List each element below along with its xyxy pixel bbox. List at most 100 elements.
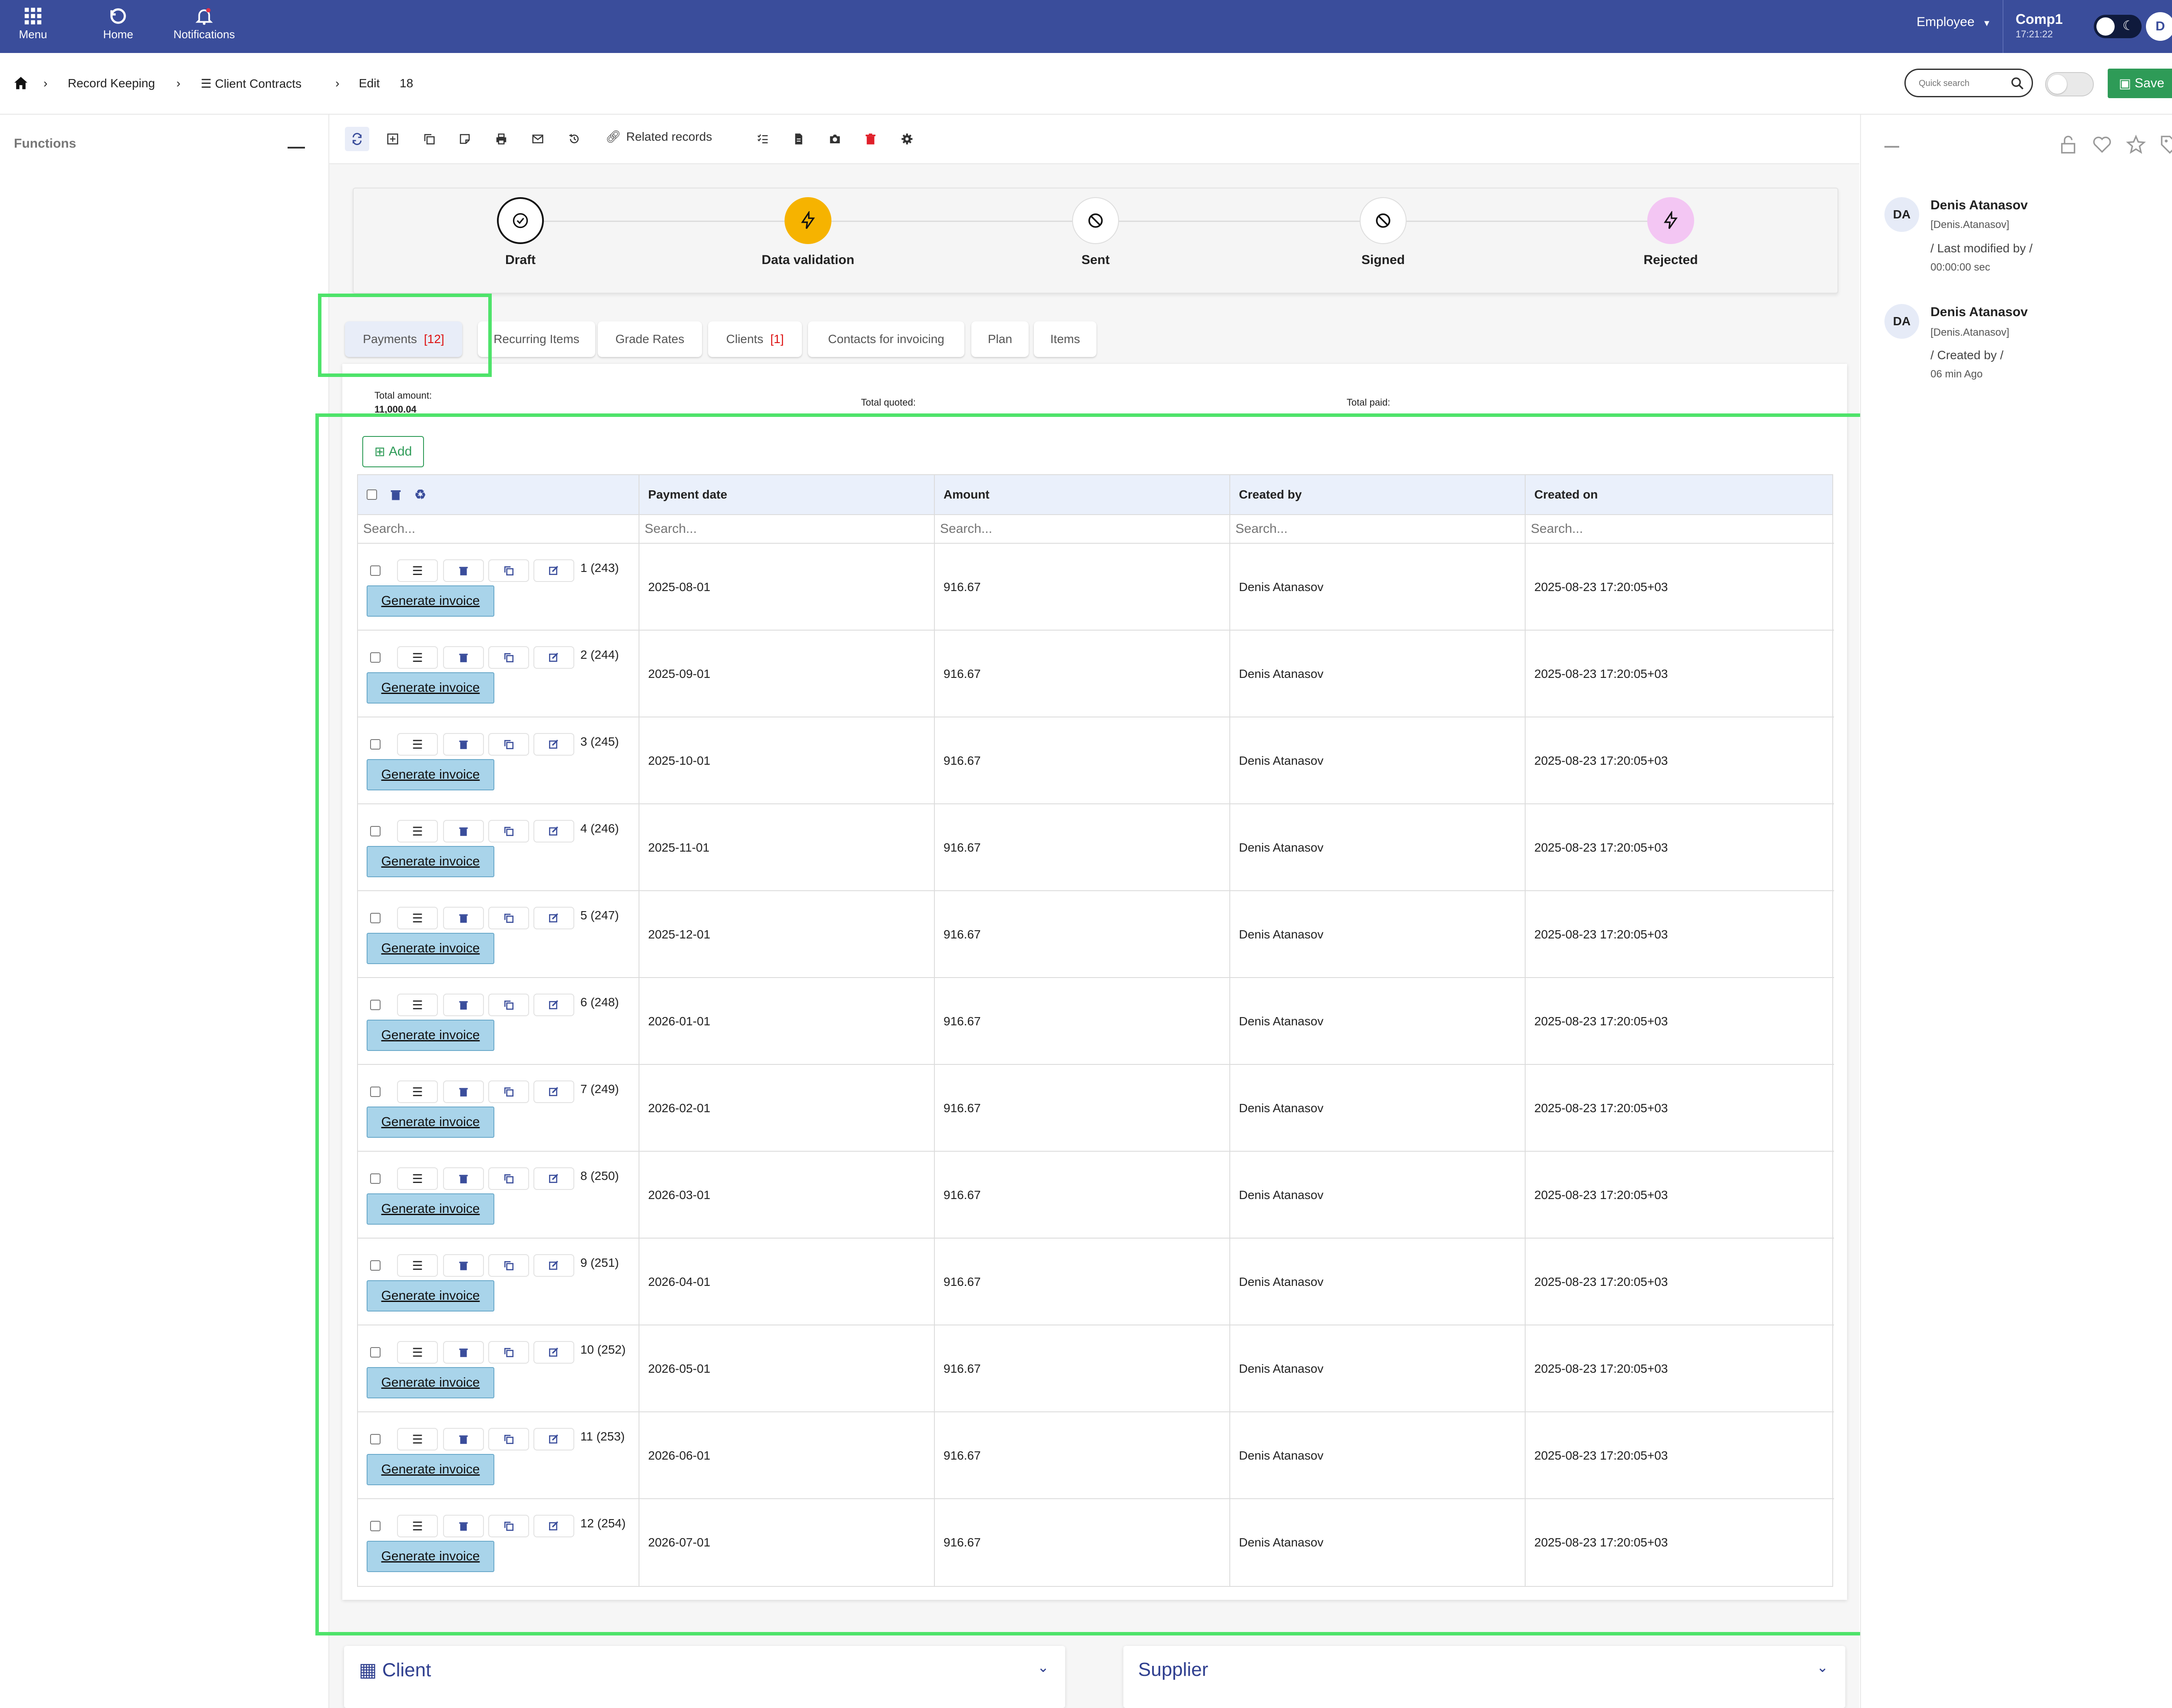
menu-button[interactable]: Menu xyxy=(0,6,68,41)
step-label: Sent xyxy=(1081,253,1110,267)
chevron-right-icon: › xyxy=(43,76,48,90)
collapse-icon[interactable] xyxy=(288,147,305,149)
unlock-icon[interactable] xyxy=(2057,134,2079,155)
bell-icon xyxy=(195,8,213,25)
theme-toggle[interactable]: ☾ xyxy=(2094,15,2142,38)
step-label: Rejected xyxy=(1643,253,1698,267)
print-button[interactable] xyxy=(489,127,513,151)
breadcrumb-client-contracts[interactable]: ☰ Client Contracts xyxy=(201,76,301,91)
checklist-button[interactable] xyxy=(751,127,775,151)
history-time: 06 min Ago xyxy=(1930,368,1983,380)
step-signed[interactable]: Signed xyxy=(1296,197,1470,268)
checklist-icon xyxy=(757,134,768,143)
edit-mode-toggle[interactable] xyxy=(2045,72,2094,96)
role-dropdown[interactable]: Employee ▼ xyxy=(1917,15,1991,30)
grid-menu-icon xyxy=(24,7,42,25)
search-icon xyxy=(2011,77,2024,90)
collapse-icon[interactable] xyxy=(1884,146,1899,148)
supplier-section[interactable]: Supplier ⌄ xyxy=(1123,1646,1845,1708)
related-records-label: Related records xyxy=(626,129,712,143)
chevron-down-icon[interactable]: ⌄ xyxy=(1037,1659,1049,1675)
quick-search-box[interactable] xyxy=(1904,69,2033,97)
home-icon[interactable] xyxy=(12,75,30,92)
chevron-right-icon: › xyxy=(176,76,181,90)
avatar: DA xyxy=(1884,197,1919,232)
step-sent[interactable]: Sent xyxy=(1009,197,1182,268)
ban-icon xyxy=(1360,197,1407,244)
email-button[interactable] xyxy=(526,127,550,151)
toggle-knob xyxy=(2048,75,2067,94)
camera-icon xyxy=(830,135,840,143)
tab-items[interactable]: Items xyxy=(1034,321,1096,357)
list-icon: ☰ xyxy=(201,77,212,90)
status-stepper: Draft Data validation Sent Signed Reject… xyxy=(353,188,1838,294)
sticky-note-icon xyxy=(460,134,470,144)
new-record-button[interactable] xyxy=(381,127,405,151)
sidebar-title: Functions xyxy=(14,136,76,151)
envelope-icon xyxy=(532,135,543,143)
breadcrumb-client-contracts-label: Client Contracts xyxy=(215,77,302,90)
document-button[interactable] xyxy=(786,127,811,151)
tab-plan[interactable]: Plan xyxy=(971,321,1029,357)
history-user-name: Denis Atanasov xyxy=(1930,305,2028,319)
lightning-icon xyxy=(1647,197,1694,244)
chevron-down-icon[interactable]: ⌄ xyxy=(1817,1659,1828,1675)
refresh-icon xyxy=(352,133,362,145)
save-button[interactable]: ▣ Save xyxy=(2108,69,2172,98)
tab-recurring-items[interactable]: Recurring Items xyxy=(478,321,595,357)
caret-down-icon: ▼ xyxy=(1982,19,1991,28)
company-name: Comp1 xyxy=(2016,11,2063,27)
history-button[interactable] xyxy=(562,127,586,151)
toggle-knob xyxy=(2096,17,2115,36)
quick-search-input[interactable] xyxy=(1918,75,2006,92)
tab-label: Clients xyxy=(726,332,764,346)
home-label: Home xyxy=(103,28,133,41)
chevron-right-icon: › xyxy=(335,76,340,90)
menu-label: Menu xyxy=(19,28,47,41)
moon-icon: ☾ xyxy=(2122,19,2134,33)
file-icon xyxy=(795,133,802,145)
history-username: [Denis.Atanasov] xyxy=(1930,219,2010,231)
refresh-button[interactable] xyxy=(345,127,369,151)
gear-icon xyxy=(901,133,913,145)
settings-button[interactable] xyxy=(895,127,919,151)
total-amount-label: Total amount: xyxy=(374,390,432,401)
step-draft[interactable]: Draft xyxy=(434,197,607,268)
step-label: Data validation xyxy=(762,253,854,267)
building-icon: ▦ xyxy=(359,1659,377,1681)
notifications-label: Notifications xyxy=(173,28,235,41)
tab-label: Items xyxy=(1050,332,1080,346)
activity-panel: DA Denis Atanasov [Denis.Atanasov] / Las… xyxy=(1860,115,2172,1708)
total-quoted-label: Total quoted: xyxy=(861,397,916,408)
notifications-button[interactable]: Notifications xyxy=(169,6,239,41)
tab-contacts-for-invoicing[interactable]: Contacts for invoicing xyxy=(808,321,964,357)
breadcrumb: › Record Keeping › ☰ Client Contracts › … xyxy=(0,53,2172,115)
breadcrumb-edit: Edit xyxy=(359,76,380,90)
record-toolbar: 🔗︎ Related records xyxy=(329,115,1859,164)
plus-square-icon xyxy=(387,133,398,145)
step-rejected[interactable]: Rejected xyxy=(1584,197,1758,268)
home-button[interactable]: Home xyxy=(83,6,153,41)
tab-label: Recurring Items xyxy=(493,332,579,346)
role-label: Employee xyxy=(1917,15,1975,29)
client-section[interactable]: ▦ Client ⌄ xyxy=(344,1646,1065,1708)
heart-icon[interactable] xyxy=(2091,134,2113,155)
delete-record-button[interactable] xyxy=(858,127,883,151)
camera-button[interactable] xyxy=(823,127,847,151)
copy-icon xyxy=(424,134,435,145)
step-data-validation[interactable]: Data validation xyxy=(721,197,895,268)
refresh-home-icon xyxy=(110,8,126,24)
history-username: [Denis.Atanasov] xyxy=(1930,327,2010,338)
breadcrumb-record-keeping[interactable]: Record Keeping xyxy=(68,76,155,90)
copy-button[interactable] xyxy=(417,127,441,151)
note-button[interactable] xyxy=(453,127,477,151)
tag-icon[interactable] xyxy=(2159,134,2172,155)
tab-clients[interactable]: Clients [1] xyxy=(708,321,802,357)
related-records-button[interactable]: 🔗︎ Related records xyxy=(606,129,712,144)
client-title-label: Client xyxy=(382,1659,431,1681)
history-action: / Last modified by / xyxy=(1930,241,2033,255)
total-paid-label: Total paid: xyxy=(1347,397,1391,408)
user-avatar[interactable]: D xyxy=(2146,12,2172,41)
tab-grade-rates[interactable]: Grade Rates xyxy=(598,321,702,357)
star-icon[interactable] xyxy=(2125,134,2147,155)
